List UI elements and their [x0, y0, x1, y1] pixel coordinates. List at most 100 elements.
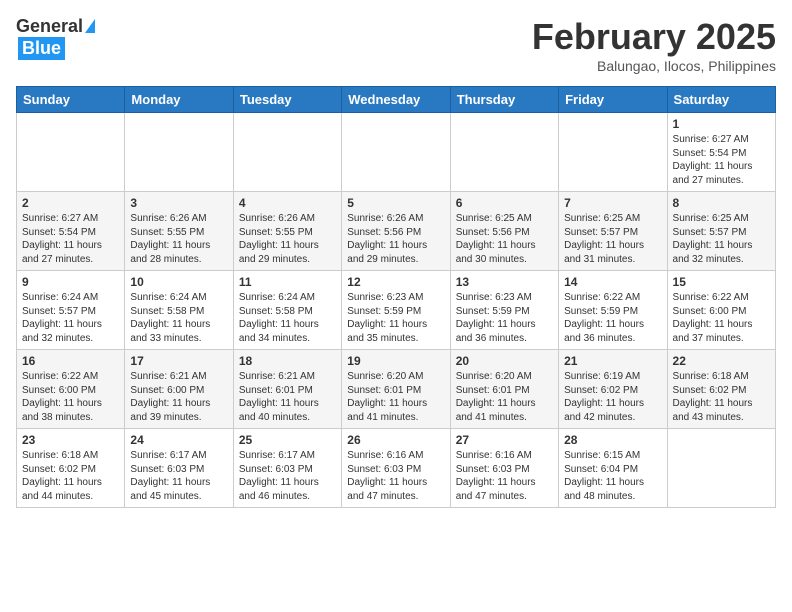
- day-number: 2: [22, 196, 119, 210]
- day-info: Sunrise: 6:18 AM Sunset: 6:02 PM Dayligh…: [22, 449, 119, 503]
- col-header-wednesday: Wednesday: [342, 87, 450, 113]
- day-number: 3: [130, 196, 227, 210]
- day-number: 12: [347, 275, 444, 289]
- day-info: Sunrise: 6:20 AM Sunset: 6:01 PM Dayligh…: [456, 370, 553, 424]
- day-number: 13: [456, 275, 553, 289]
- day-number: 10: [130, 275, 227, 289]
- day-info: Sunrise: 6:23 AM Sunset: 5:59 PM Dayligh…: [347, 291, 444, 345]
- day-number: 15: [673, 275, 770, 289]
- calendar-cell: 5 Sunrise: 6:26 AM Sunset: 5:56 PM Daylig…: [342, 192, 450, 271]
- calendar-cell: 13 Sunrise: 6:23 AM Sunset: 5:59 PM Dayli…: [450, 271, 558, 350]
- day-info: Sunrise: 6:24 AM Sunset: 5:58 PM Dayligh…: [130, 291, 227, 345]
- calendar-cell: 9 Sunrise: 6:24 AM Sunset: 5:57 PM Daylig…: [17, 271, 125, 350]
- day-number: 19: [347, 354, 444, 368]
- logo-blue-text: Blue: [18, 37, 65, 60]
- day-info: Sunrise: 6:24 AM Sunset: 5:57 PM Dayligh…: [22, 291, 119, 345]
- day-number: 21: [564, 354, 661, 368]
- day-info: Sunrise: 6:21 AM Sunset: 6:01 PM Dayligh…: [239, 370, 336, 424]
- day-info: Sunrise: 6:23 AM Sunset: 5:59 PM Dayligh…: [456, 291, 553, 345]
- logo: General Blue: [16, 16, 95, 60]
- calendar-cell: 7 Sunrise: 6:25 AM Sunset: 5:57 PM Daylig…: [559, 192, 667, 271]
- col-header-sunday: Sunday: [17, 87, 125, 113]
- day-number: 1: [673, 117, 770, 131]
- day-info: Sunrise: 6:27 AM Sunset: 5:54 PM Dayligh…: [673, 133, 770, 187]
- calendar-cell: [559, 113, 667, 192]
- day-number: 22: [673, 354, 770, 368]
- calendar-cell: 16 Sunrise: 6:22 AM Sunset: 6:00 PM Dayli…: [17, 350, 125, 429]
- calendar-cell: 3 Sunrise: 6:26 AM Sunset: 5:55 PM Daylig…: [125, 192, 233, 271]
- day-info: Sunrise: 6:27 AM Sunset: 5:54 PM Dayligh…: [22, 212, 119, 266]
- col-header-thursday: Thursday: [450, 87, 558, 113]
- day-info: Sunrise: 6:16 AM Sunset: 6:03 PM Dayligh…: [347, 449, 444, 503]
- day-info: Sunrise: 6:18 AM Sunset: 6:02 PM Dayligh…: [673, 370, 770, 424]
- col-header-monday: Monday: [125, 87, 233, 113]
- day-number: 17: [130, 354, 227, 368]
- day-number: 27: [456, 433, 553, 447]
- calendar-cell: 23 Sunrise: 6:18 AM Sunset: 6:02 PM Dayli…: [17, 429, 125, 508]
- col-header-saturday: Saturday: [667, 87, 775, 113]
- col-header-tuesday: Tuesday: [233, 87, 341, 113]
- day-info: Sunrise: 6:17 AM Sunset: 6:03 PM Dayligh…: [130, 449, 227, 503]
- day-info: Sunrise: 6:26 AM Sunset: 5:55 PM Dayligh…: [130, 212, 227, 266]
- day-info: Sunrise: 6:25 AM Sunset: 5:57 PM Dayligh…: [564, 212, 661, 266]
- logo-general-text: General: [16, 16, 83, 37]
- day-info: Sunrise: 6:25 AM Sunset: 5:56 PM Dayligh…: [456, 212, 553, 266]
- calendar-cell: 12 Sunrise: 6:23 AM Sunset: 5:59 PM Dayli…: [342, 271, 450, 350]
- day-info: Sunrise: 6:22 AM Sunset: 6:00 PM Dayligh…: [22, 370, 119, 424]
- calendar-cell: 25 Sunrise: 6:17 AM Sunset: 6:03 PM Dayli…: [233, 429, 341, 508]
- calendar-cell: 4 Sunrise: 6:26 AM Sunset: 5:55 PM Daylig…: [233, 192, 341, 271]
- day-number: 16: [22, 354, 119, 368]
- calendar-cell: 19 Sunrise: 6:20 AM Sunset: 6:01 PM Dayli…: [342, 350, 450, 429]
- day-number: 11: [239, 275, 336, 289]
- day-number: 18: [239, 354, 336, 368]
- calendar-cell: 21 Sunrise: 6:19 AM Sunset: 6:02 PM Dayli…: [559, 350, 667, 429]
- day-number: 23: [22, 433, 119, 447]
- day-number: 4: [239, 196, 336, 210]
- calendar-table: SundayMondayTuesdayWednesdayThursdayFrid…: [16, 86, 776, 508]
- day-number: 20: [456, 354, 553, 368]
- day-number: 24: [130, 433, 227, 447]
- calendar-cell: 11 Sunrise: 6:24 AM Sunset: 5:58 PM Dayli…: [233, 271, 341, 350]
- col-header-friday: Friday: [559, 87, 667, 113]
- calendar-header-row: SundayMondayTuesdayWednesdayThursdayFrid…: [17, 87, 776, 113]
- calendar-cell: 22 Sunrise: 6:18 AM Sunset: 6:02 PM Dayli…: [667, 350, 775, 429]
- day-info: Sunrise: 6:26 AM Sunset: 5:55 PM Dayligh…: [239, 212, 336, 266]
- day-info: Sunrise: 6:16 AM Sunset: 6:03 PM Dayligh…: [456, 449, 553, 503]
- calendar-cell: [233, 113, 341, 192]
- calendar-cell: [342, 113, 450, 192]
- calendar-cell: [125, 113, 233, 192]
- day-info: Sunrise: 6:21 AM Sunset: 6:00 PM Dayligh…: [130, 370, 227, 424]
- calendar-week-row: 23 Sunrise: 6:18 AM Sunset: 6:02 PM Dayli…: [17, 429, 776, 508]
- day-info: Sunrise: 6:17 AM Sunset: 6:03 PM Dayligh…: [239, 449, 336, 503]
- day-info: Sunrise: 6:22 AM Sunset: 6:00 PM Dayligh…: [673, 291, 770, 345]
- calendar-cell: 20 Sunrise: 6:20 AM Sunset: 6:01 PM Dayli…: [450, 350, 558, 429]
- title-block: February 2025 Balungao, Ilocos, Philippi…: [532, 16, 776, 74]
- calendar-cell: 15 Sunrise: 6:22 AM Sunset: 6:00 PM Dayli…: [667, 271, 775, 350]
- day-number: 5: [347, 196, 444, 210]
- day-number: 26: [347, 433, 444, 447]
- calendar-cell: [450, 113, 558, 192]
- calendar-week-row: 2 Sunrise: 6:27 AM Sunset: 5:54 PM Daylig…: [17, 192, 776, 271]
- calendar-cell: 18 Sunrise: 6:21 AM Sunset: 6:01 PM Dayli…: [233, 350, 341, 429]
- day-info: Sunrise: 6:24 AM Sunset: 5:58 PM Dayligh…: [239, 291, 336, 345]
- day-number: 25: [239, 433, 336, 447]
- calendar-cell: 14Sunrise: 6:22 AM Sunset: 5:59 PM Dayli…: [559, 271, 667, 350]
- location-subtitle: Balungao, Ilocos, Philippines: [532, 58, 776, 74]
- calendar-cell: 24 Sunrise: 6:17 AM Sunset: 6:03 PM Dayli…: [125, 429, 233, 508]
- day-number: 14: [564, 275, 661, 289]
- day-number: 9: [22, 275, 119, 289]
- calendar-cell: 17 Sunrise: 6:21 AM Sunset: 6:00 PM Dayli…: [125, 350, 233, 429]
- month-year-title: February 2025: [532, 16, 776, 58]
- calendar-cell: 28Sunrise: 6:15 AM Sunset: 6:04 PM Dayli…: [559, 429, 667, 508]
- day-info: Sunrise: 6:25 AM Sunset: 5:57 PM Dayligh…: [673, 212, 770, 266]
- calendar-cell: 1 Sunrise: 6:27 AM Sunset: 5:54 PM Daylig…: [667, 113, 775, 192]
- calendar-week-row: 16 Sunrise: 6:22 AM Sunset: 6:00 PM Dayli…: [17, 350, 776, 429]
- day-info: Sunrise: 6:20 AM Sunset: 6:01 PM Dayligh…: [347, 370, 444, 424]
- day-number: 7: [564, 196, 661, 210]
- calendar-cell: 6Sunrise: 6:25 AM Sunset: 5:56 PM Daylig…: [450, 192, 558, 271]
- day-info: Sunrise: 6:26 AM Sunset: 5:56 PM Dayligh…: [347, 212, 444, 266]
- day-number: 8: [673, 196, 770, 210]
- calendar-cell: 10 Sunrise: 6:24 AM Sunset: 5:58 PM Dayli…: [125, 271, 233, 350]
- calendar-week-row: 9 Sunrise: 6:24 AM Sunset: 5:57 PM Daylig…: [17, 271, 776, 350]
- day-info: Sunrise: 6:19 AM Sunset: 6:02 PM Dayligh…: [564, 370, 661, 424]
